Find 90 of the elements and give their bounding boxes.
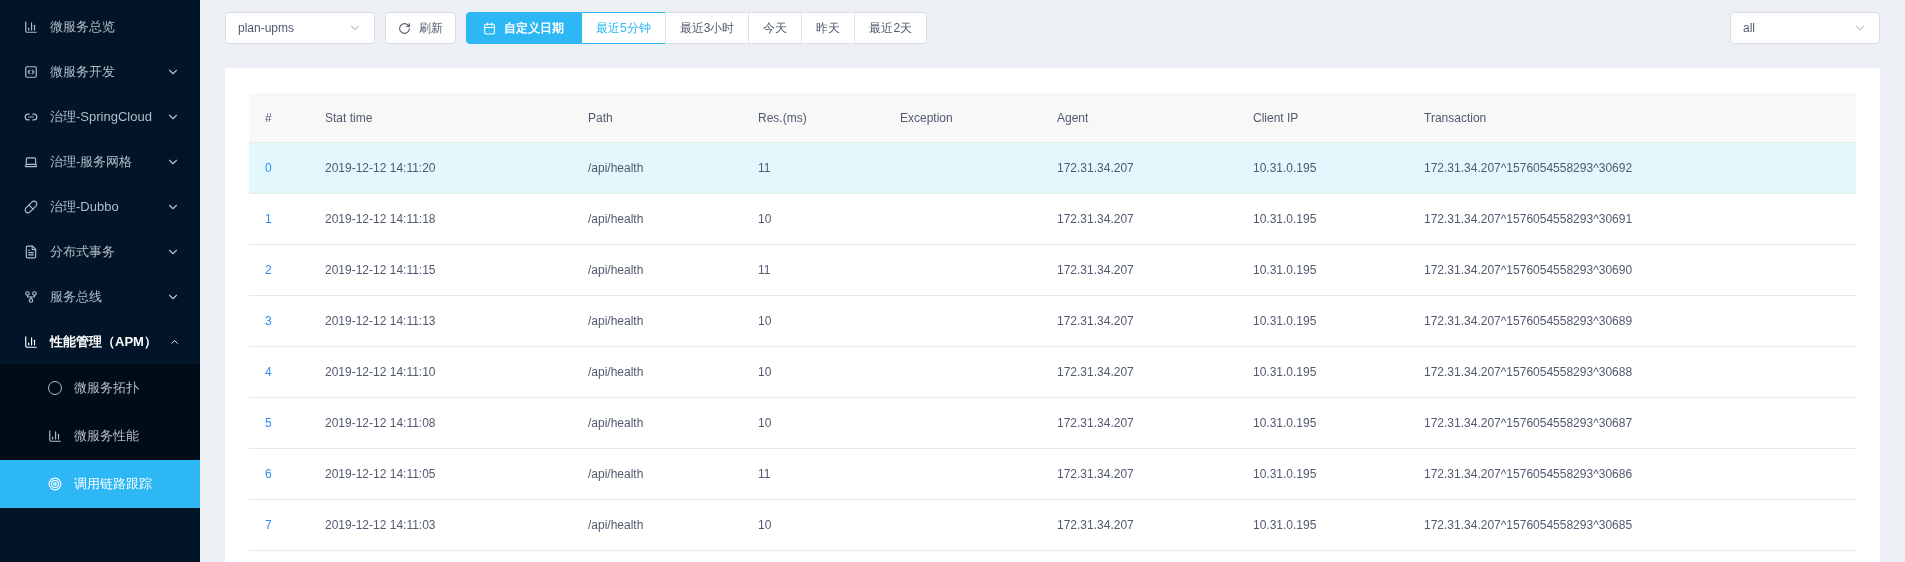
bar-chart-icon [24,334,38,349]
refresh-button[interactable]: 刷新 [385,12,456,44]
row-index-link[interactable]: 6 [249,465,272,483]
table-cell-text: 11 [758,262,771,279]
table-cell-text: 2019-12-12 14:11:03 [325,517,436,534]
refresh-icon [398,21,411,35]
column-header: Agent [1057,109,1090,127]
table-cell-text: /api/health [588,160,644,177]
bar-chart-icon [24,19,38,34]
filter-select[interactable]: all [1730,12,1880,44]
fork-icon [24,289,38,304]
table-cell-text: /api/health [588,211,644,228]
sidebar-item[interactable]: 治理-Dubbo [0,184,200,229]
column-header: # [264,109,273,127]
table-cell-text: 2019-12-12 14:11:10 [325,364,436,381]
sidebar-item[interactable]: 分布式事务 [0,229,200,274]
table-cell-text: 172.31.34.207 [1057,262,1134,279]
column-header: Exception [900,109,954,127]
bar-chart-icon [48,429,62,443]
sidebar-item[interactable]: 性能管理（APM） [0,319,200,364]
table-cell-text: 172.31.34.207^1576054558293^30685 [1424,517,1633,534]
sidebar-item[interactable]: 微服务开发 [0,49,200,94]
table-cell-text: 2019-12-12 14:11:13 [325,313,436,330]
table-cell-text: 172.31.34.207^1576054558293^30689 [1424,313,1633,330]
table-cell-text: 10 [758,517,772,534]
sidebar-item[interactable]: 服务总线 [0,274,200,319]
range-button[interactable]: 今天 [748,12,803,44]
table-cell-text: /api/health [588,415,644,432]
table-cell-text: 10 [758,415,772,432]
sidebar-item[interactable]: 治理-服务网格 [0,139,200,184]
table-cell-text: 172.31.34.207^1576054558293^30688 [1424,364,1633,381]
table-cell-text: 172.31.34.207 [1057,313,1134,330]
table-cell-text: 10.31.0.195 [1253,364,1317,381]
table-cell-text: 2019-12-12 14:11:08 [325,415,436,432]
table-cell-text: /api/health [588,364,644,381]
table-cell-text: 11 [758,160,771,177]
table-cell-text: 10.31.0.195 [1253,517,1317,534]
row-index-link[interactable]: 5 [249,414,272,432]
table-row[interactable]: 0 2019-12-12 14:11:20 /api/health 11 172.31.34.207 10.31.0.195 172.31.34.207^1576054558293^30692 [249,143,1856,194]
sidebar-subitem[interactable]: 微服务性能 [0,412,200,460]
table-cell-text: /api/health [588,262,644,279]
table-cell-text: 10.31.0.195 [1253,313,1317,330]
table-cell-text: 2019-12-12 14:11:15 [325,262,436,279]
table-cell-text: 11 [758,466,771,483]
row-index-link[interactable]: 3 [249,312,272,330]
table-cell-text: 172.31.34.207^1576054558293^30687 [1424,415,1633,432]
table-cell-text: 172.31.34.207 [1057,415,1134,432]
table-cell-text: 172.31.34.207 [1057,211,1134,228]
range-button[interactable]: 最近2天 [854,12,928,44]
table-cell-text: 172.31.34.207 [1057,364,1134,381]
sidebar-subitem[interactable]: 微服务拓扑 [0,364,200,412]
table-cell-text: 172.31.34.207 [1057,517,1134,534]
table-cell-text: 172.31.34.207 [1057,466,1134,483]
table-cell-text: 172.31.34.207^1576054558293^30690 [1424,262,1633,279]
table-cell-text: 172.31.34.207^1576054558293^30692 [1424,160,1633,177]
table-cell-text: 172.31.34.207^1576054558293^30686 [1424,466,1633,483]
column-header: Client IP [1253,109,1300,127]
service-select[interactable]: plan-upms [225,12,375,44]
laptop-icon [24,154,38,169]
document-icon [24,244,38,259]
sidebar-item[interactable]: 微服务总览 [0,4,200,49]
table-cell-text: 10.31.0.195 [1253,262,1317,279]
range-button[interactable]: 昨天 [801,12,856,44]
code-icon [24,64,38,79]
column-header: Transaction [1424,109,1488,127]
table-cell-text: 172.31.34.207^1576054558293^30691 [1424,211,1633,228]
row-index-link[interactable]: 2 [249,261,272,279]
table-cell-text: /api/health [588,466,644,483]
calendar-icon [483,21,496,35]
sidebar-item[interactable]: 治理-SpringCloud [0,94,200,139]
table-cell-text: 10.31.0.195 [1253,466,1317,483]
range-button[interactable]: 最近3小时 [664,12,750,44]
table-cell-text: 2019-12-12 14:11:20 [325,160,436,177]
column-header: Path [588,109,614,127]
pill-icon [24,199,38,214]
table-cell-text: 10.31.0.195 [1253,211,1317,228]
table-cell-text: /api/health [588,313,644,330]
column-header: Stat time [325,109,374,127]
table-cell-text: 10 [758,313,772,330]
row-index-link[interactable]: 4 [249,363,272,381]
table-cell-text: 10.31.0.195 [1253,160,1317,177]
table-cell-text: 10 [758,364,772,381]
table-cell-text: 2019-12-12 14:11:18 [325,211,436,228]
table-cell-text: /api/health [588,517,644,534]
table-cell-text: 10.31.0.195 [1253,415,1317,432]
target-icon [48,477,62,491]
table-cell-text: 172.31.34.207 [1057,160,1134,177]
table-cell-text: 2019-12-12 14:11:05 [325,466,436,483]
column-header: Res.(ms) [758,109,808,127]
table-cell-text: 10 [758,211,772,228]
